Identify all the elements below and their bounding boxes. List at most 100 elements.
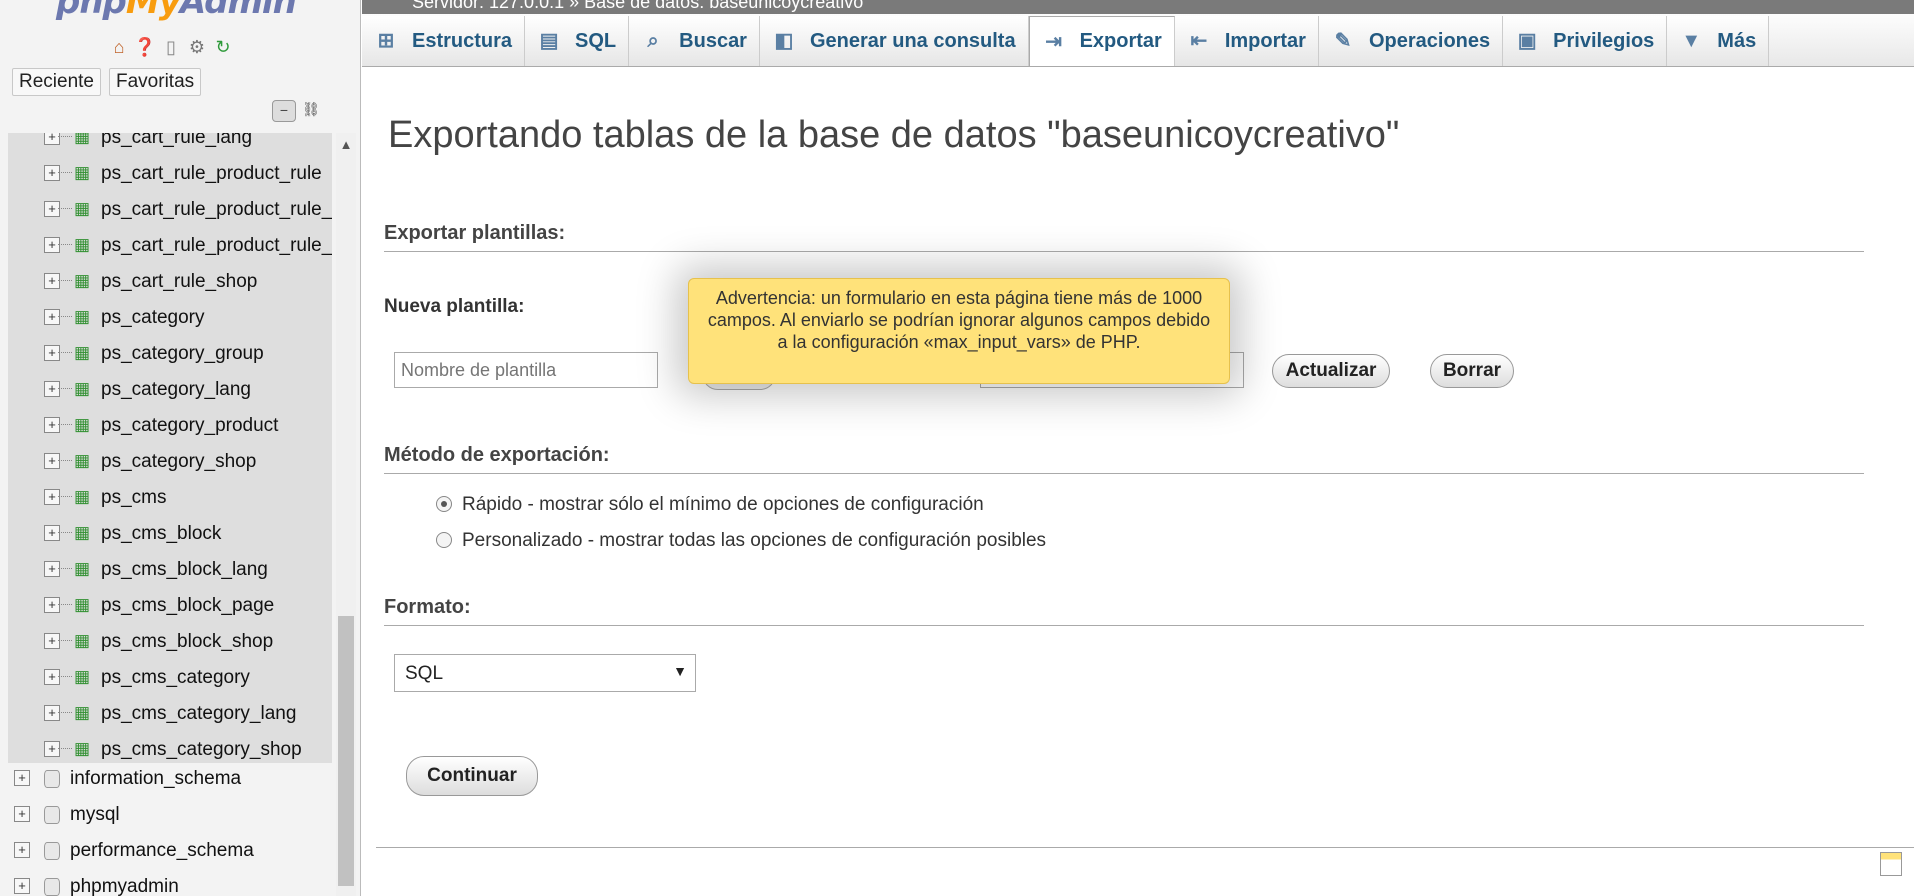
reload-icon[interactable]: ↻ bbox=[212, 36, 234, 58]
table-name[interactable]: ps_cms_block_page bbox=[101, 595, 274, 617]
expand-icon[interactable]: + bbox=[14, 806, 30, 822]
sidebar-scrollbar[interactable]: ▲ bbox=[336, 133, 356, 896]
database-row[interactable]: + phpmyadmin bbox=[0, 868, 336, 896]
database-row[interactable]: + information_schema bbox=[0, 760, 336, 796]
expand-icon[interactable]: + bbox=[44, 165, 60, 181]
table-icon[interactable]: ▦ bbox=[74, 559, 94, 579]
table-row[interactable]: + ▦ ps_cms_block_shop bbox=[8, 624, 332, 660]
template-name-input[interactable] bbox=[394, 352, 658, 388]
table-name[interactable]: ps_cart_rule_shop bbox=[101, 271, 257, 293]
table-name[interactable]: ps_category_product bbox=[101, 415, 278, 437]
database-row[interactable]: + mysql bbox=[0, 796, 336, 832]
tab-sql[interactable]: ▤ SQL bbox=[525, 16, 630, 66]
tab-import[interactable]: ⇤ Importar bbox=[1174, 16, 1319, 66]
table-name[interactable]: ps_cms_block_lang bbox=[101, 559, 268, 581]
help-icon[interactable]: ❓ bbox=[134, 36, 156, 58]
tab-structure[interactable]: ⊞ Estructura bbox=[362, 16, 526, 66]
scrollbar-thumb[interactable] bbox=[338, 616, 354, 886]
settings-gear-icon[interactable]: ⚙ bbox=[186, 36, 208, 58]
table-row[interactable]: + ▦ ps_cart_rule_product_rule_ bbox=[8, 192, 332, 228]
breadcrumb[interactable]: Servidor: 127.0.0.1 » Base de datos: bas… bbox=[412, 0, 863, 13]
table-icon[interactable]: ▦ bbox=[74, 235, 94, 255]
method-quick-option[interactable]: Rápido - mostrar sólo el mínimo de opcio… bbox=[436, 494, 984, 516]
expand-icon[interactable]: + bbox=[44, 633, 60, 649]
database-icon[interactable] bbox=[44, 842, 60, 860]
table-icon[interactable]: ▦ bbox=[74, 739, 94, 759]
table-row[interactable]: + ▦ ps_cart_rule_product_rule_ bbox=[8, 228, 332, 264]
table-icon[interactable]: ▦ bbox=[74, 379, 94, 399]
database-row[interactable]: + performance_schema bbox=[0, 832, 336, 868]
format-select[interactable]: SQL ▼ bbox=[394, 654, 696, 692]
expand-icon[interactable]: + bbox=[44, 201, 60, 217]
table-icon[interactable]: ▦ bbox=[74, 487, 94, 507]
expand-icon[interactable]: + bbox=[44, 561, 60, 577]
expand-icon[interactable]: + bbox=[44, 597, 60, 613]
expand-icon[interactable]: + bbox=[14, 878, 30, 894]
tab-query[interactable]: ◧ Generar una consulta bbox=[759, 16, 1029, 66]
method-quick-radio[interactable] bbox=[436, 496, 452, 512]
tab-privileges[interactable]: ▣ Privilegios bbox=[1503, 16, 1668, 66]
table-name[interactable]: ps_cart_rule_product_rule bbox=[101, 163, 322, 185]
table-name[interactable]: ps_cms_category bbox=[101, 667, 250, 689]
expand-icon[interactable]: + bbox=[44, 705, 60, 721]
table-icon[interactable]: ▦ bbox=[74, 133, 94, 147]
table-name[interactable]: ps_cart_rule_product_rule_ bbox=[101, 199, 332, 221]
expand-icon[interactable]: + bbox=[44, 453, 60, 469]
database-icon[interactable] bbox=[44, 770, 60, 788]
database-name[interactable]: information_schema bbox=[70, 768, 241, 790]
database-icon[interactable] bbox=[44, 878, 60, 896]
expand-icon[interactable]: + bbox=[14, 770, 30, 786]
tab-chevron-down[interactable]: ▼ Más bbox=[1667, 16, 1770, 66]
console-icon[interactable] bbox=[1880, 852, 1902, 876]
table-icon[interactable]: ▦ bbox=[74, 271, 94, 291]
table-row[interactable]: + ▦ ps_cart_rule_product_rule bbox=[8, 156, 332, 192]
expand-icon[interactable]: + bbox=[44, 489, 60, 505]
expand-icon[interactable]: + bbox=[44, 237, 60, 253]
table-name[interactable]: ps_cms_block bbox=[101, 523, 221, 545]
expand-icon[interactable]: + bbox=[44, 669, 60, 685]
table-row[interactable]: + ▦ ps_cms bbox=[8, 480, 332, 516]
table-icon[interactable]: ▦ bbox=[74, 307, 94, 327]
docs-icon[interactable]: ▯ bbox=[160, 36, 182, 58]
table-name[interactable]: ps_category_lang bbox=[101, 379, 251, 401]
method-custom-radio[interactable] bbox=[436, 532, 452, 548]
table-row[interactable]: + ▦ ps_category_shop bbox=[8, 444, 332, 480]
expand-icon[interactable]: + bbox=[44, 345, 60, 361]
table-name[interactable]: ps_cms_category_shop bbox=[101, 739, 302, 761]
table-icon[interactable]: ▦ bbox=[74, 415, 94, 435]
table-row[interactable]: + ▦ ps_cms_block bbox=[8, 516, 332, 552]
table-row[interactable]: + ▦ ps_category_group bbox=[8, 336, 332, 372]
table-row[interactable]: + ▦ ps_cart_rule_shop bbox=[8, 264, 332, 300]
table-name[interactable]: ps_cart_rule_lang bbox=[101, 133, 252, 149]
table-row[interactable]: + ▦ ps_cart_rule_lang bbox=[8, 133, 332, 156]
table-icon[interactable]: ▦ bbox=[74, 451, 94, 471]
database-name[interactable]: performance_schema bbox=[70, 840, 254, 862]
table-icon[interactable]: ▦ bbox=[74, 595, 94, 615]
expand-icon[interactable]: + bbox=[44, 417, 60, 433]
expand-icon[interactable]: + bbox=[44, 741, 60, 757]
table-icon[interactable]: ▦ bbox=[74, 199, 94, 219]
table-icon[interactable]: ▦ bbox=[74, 667, 94, 687]
continue-button[interactable]: Continuar bbox=[406, 756, 538, 796]
expand-icon[interactable]: + bbox=[44, 381, 60, 397]
table-row[interactable]: + ▦ ps_cms_category_shop bbox=[8, 732, 332, 763]
database-name[interactable]: mysql bbox=[70, 804, 120, 826]
table-icon[interactable]: ▦ bbox=[74, 523, 94, 543]
expand-icon[interactable]: + bbox=[44, 525, 60, 541]
table-row[interactable]: + ▦ ps_cms_block_page bbox=[8, 588, 332, 624]
method-custom-option[interactable]: Personalizado - mostrar todas las opcion… bbox=[436, 530, 1046, 552]
table-name[interactable]: ps_category_group bbox=[101, 343, 264, 365]
table-name[interactable]: ps_category_shop bbox=[101, 451, 256, 473]
phpmyadmin-logo[interactable]: phpMyAdmin bbox=[56, 0, 297, 22]
expand-icon[interactable]: + bbox=[44, 133, 60, 145]
recent-button[interactable]: Reciente bbox=[12, 68, 101, 96]
table-row[interactable]: + ▦ ps_cms_category_lang bbox=[8, 696, 332, 732]
table-name[interactable]: ps_cms_category_lang bbox=[101, 703, 296, 725]
tab-wrench[interactable]: ✎ Operaciones bbox=[1318, 16, 1504, 66]
table-name[interactable]: ps_category bbox=[101, 307, 205, 329]
delete-button[interactable]: Borrar bbox=[1430, 354, 1514, 388]
table-name[interactable]: ps_cms_block_shop bbox=[101, 631, 273, 653]
table-row[interactable]: + ▦ ps_cms_block_lang bbox=[8, 552, 332, 588]
update-button[interactable]: Actualizar bbox=[1272, 354, 1390, 388]
tab-export[interactable]: ⇥ Exportar bbox=[1028, 16, 1175, 66]
